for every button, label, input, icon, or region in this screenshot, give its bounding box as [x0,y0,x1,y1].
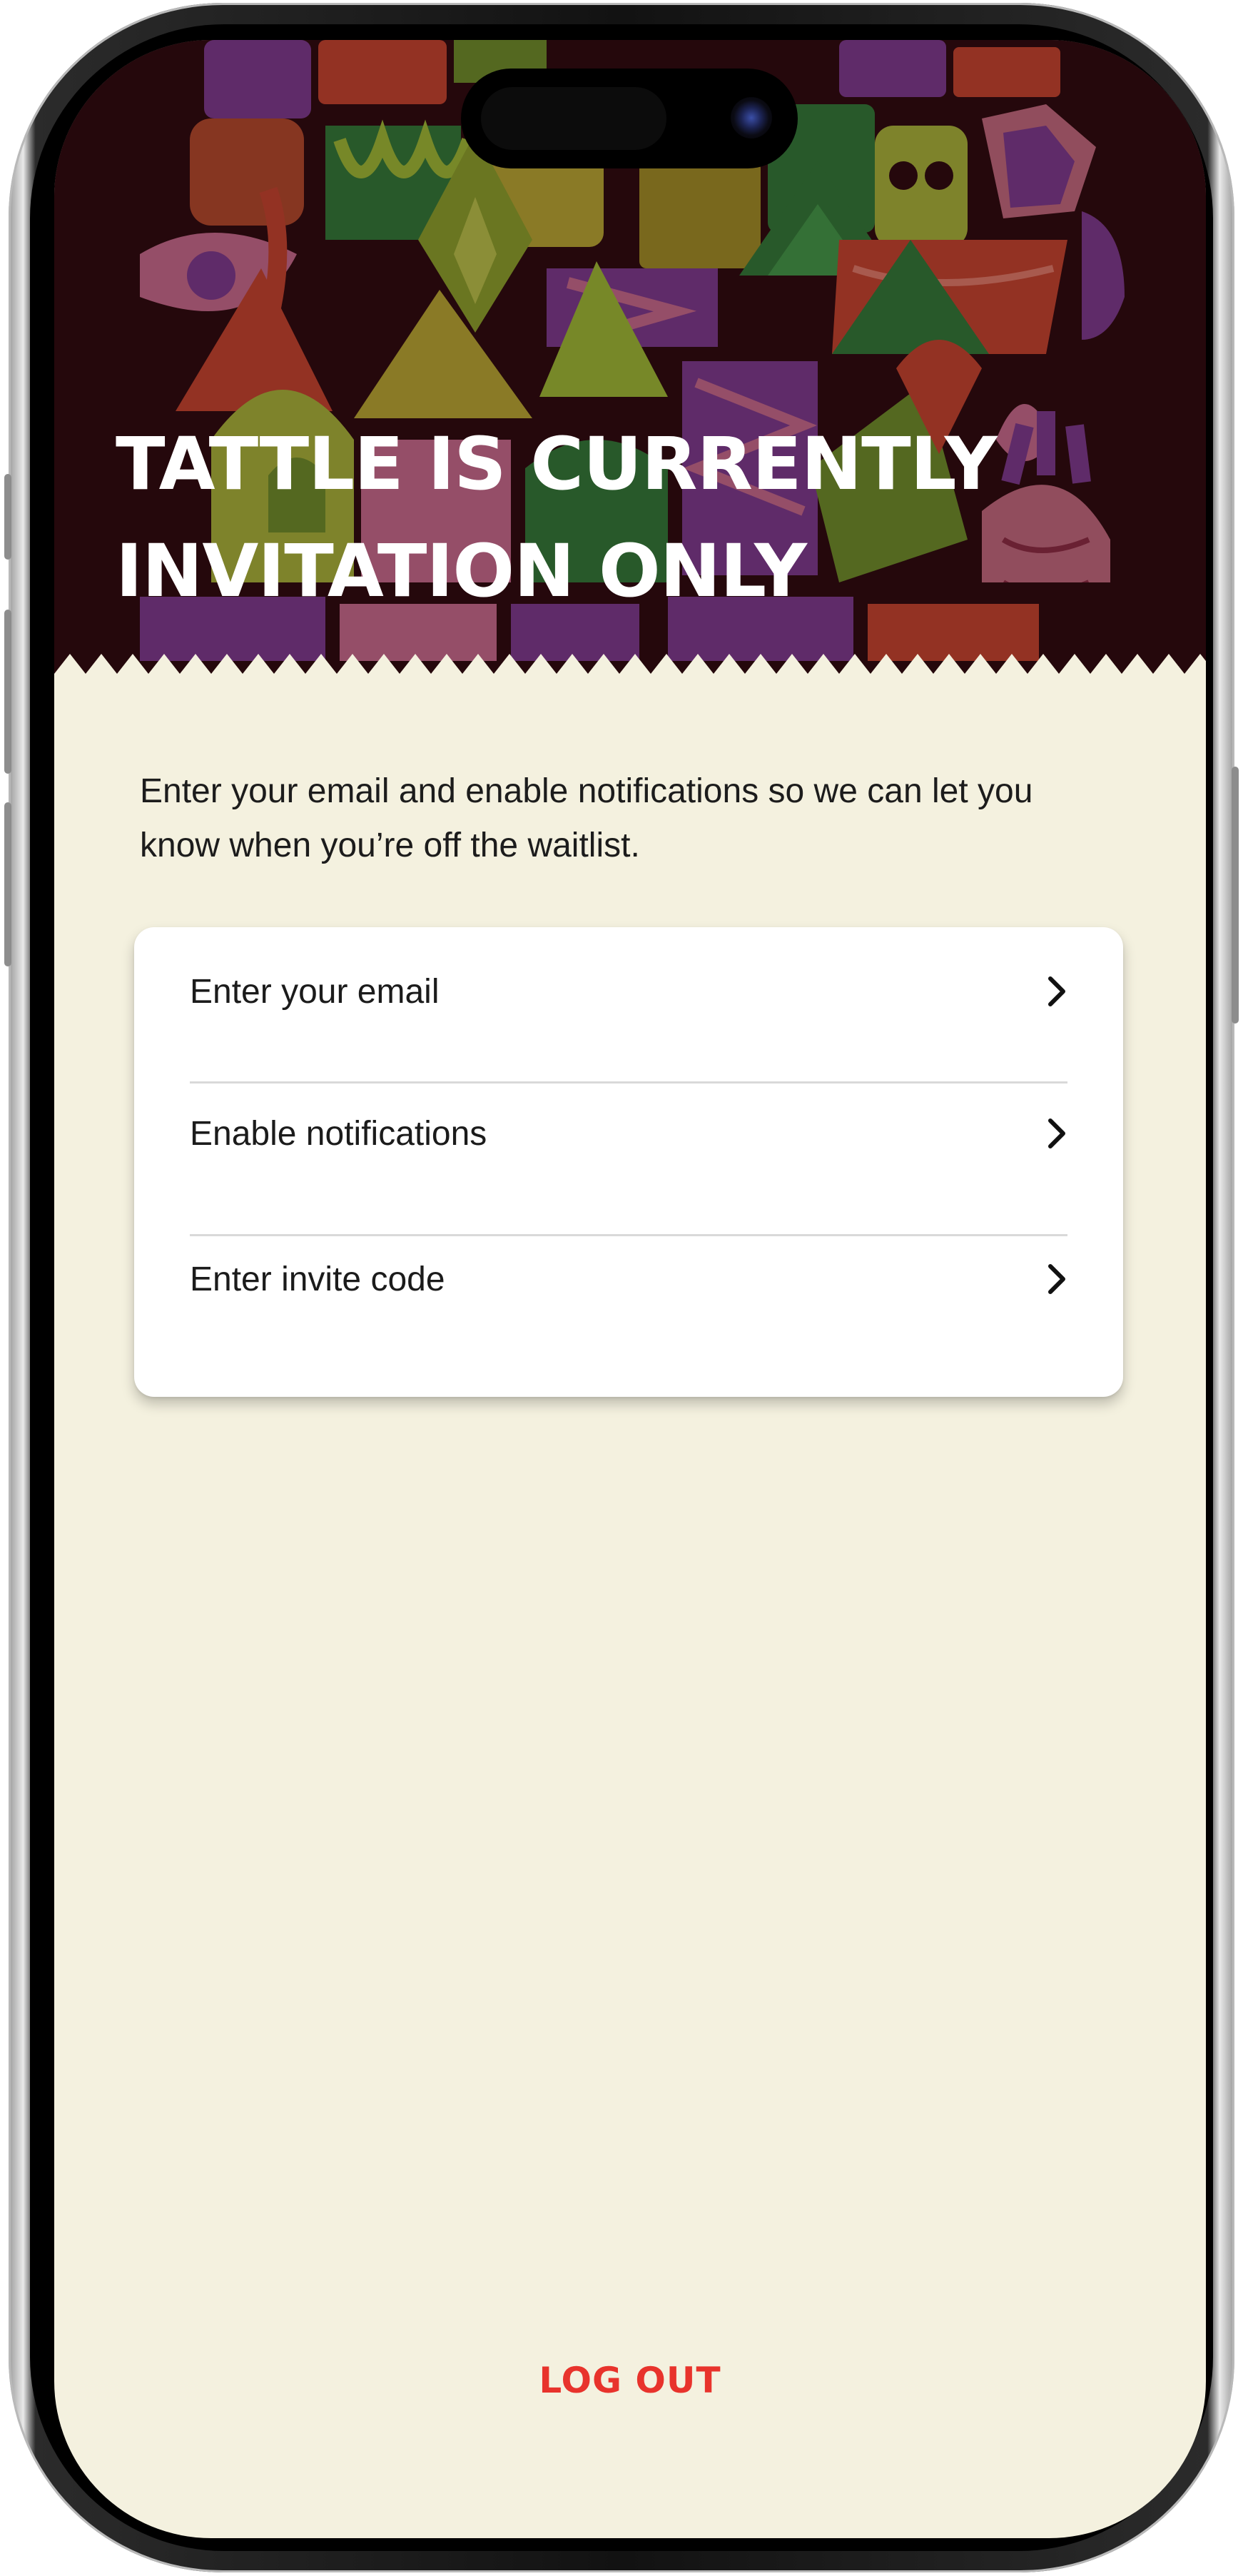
phone-frame: TATTLE IS CURRENTLY INVITATION ONLY Ente… [4,3,1239,2572]
chevron-right-icon [1048,1264,1065,1294]
enable-notifications-label: Enable notifications [190,1114,487,1153]
enter-email-label: Enter your email [190,972,440,1011]
enter-invite-code-label: Enter invite code [190,1260,445,1298]
enter-email-row[interactable]: Enter your email [190,949,1067,1034]
options-card: Enter your email Enable notifications En… [134,927,1123,1397]
enter-invite-code-row[interactable]: Enter invite code [190,1236,1067,1322]
title-line-2: INVITATION ONLY [116,529,807,614]
page-title: TATTLE IS CURRENTLY INVITATION ONLY [116,411,1115,625]
logout-button[interactable]: LOG OUT [54,2360,1206,2401]
title-line-1: TATTLE IS CURRENTLY [116,422,998,507]
hero-banner: TATTLE IS CURRENTLY INVITATION ONLY [54,40,1206,682]
volume-down-button [4,802,11,966]
power-button [1232,767,1239,1024]
dynamic-island [461,69,798,168]
intro-text: Enter your email and enable notification… [140,772,1033,864]
app-screen: TATTLE IS CURRENTLY INVITATION ONLY Ente… [54,40,1206,2538]
sensor-icon [481,87,666,150]
volume-up-button [4,610,11,774]
chevron-right-icon [1048,1118,1065,1148]
enable-notifications-row[interactable]: Enable notifications [190,1091,1067,1176]
chevron-right-icon [1048,976,1065,1006]
camera-icon [731,97,772,138]
zigzag-divider [54,654,1206,704]
action-button [4,474,11,560]
divider [190,1081,1067,1084]
